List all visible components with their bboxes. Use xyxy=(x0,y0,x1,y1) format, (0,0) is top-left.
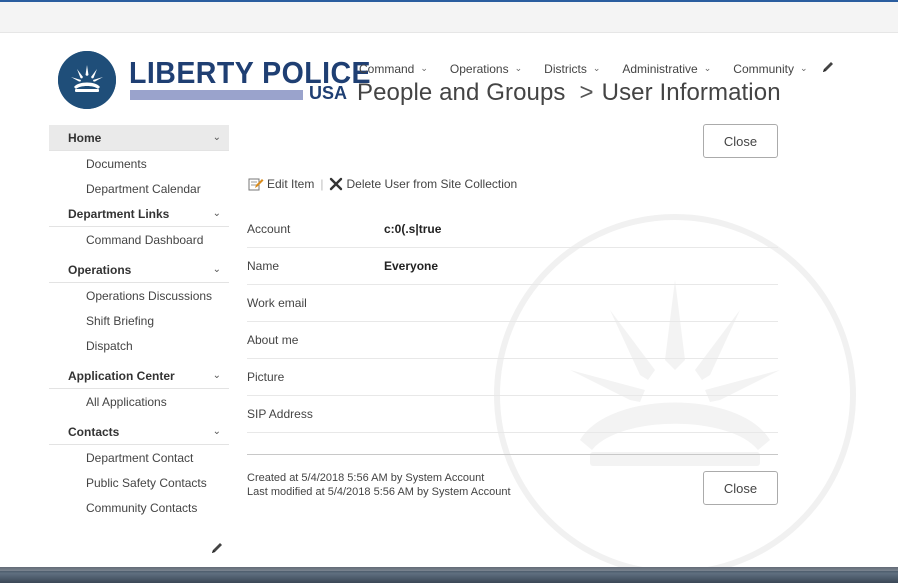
left-nav-heading-label: Home xyxy=(68,130,102,145)
page-title-text: User Information xyxy=(601,79,781,106)
top-navigation: Command ⌄ Operations ⌄ Districts ⌄ Admin… xyxy=(359,61,830,77)
item-audit-info: Created at 5/4/2018 5:56 AM by System Ac… xyxy=(247,471,511,499)
item-toolbar: Edit Item | Delete User from Site Collec… xyxy=(248,176,517,192)
left-nav-item-shift-briefing[interactable]: Shift Briefing xyxy=(49,308,229,333)
field-label: Picture xyxy=(247,370,285,384)
toolbar-separator: | xyxy=(320,177,324,191)
delete-user-label: Delete User from Site Collection xyxy=(346,177,518,191)
left-nav-heading-contacts[interactable]: Contacts ⌄ xyxy=(49,419,229,445)
form-row-picture: Picture xyxy=(247,359,778,396)
page-title: People and Groups > User Information xyxy=(357,79,781,107)
police-emblem-icon xyxy=(58,51,116,109)
edit-links-pencil-icon[interactable] xyxy=(821,60,835,76)
form-row-name: Name Everyone xyxy=(247,248,778,285)
top-nav-item-command[interactable]: Command ⌄ xyxy=(359,62,428,76)
chevron-down-icon: ⌄ xyxy=(703,62,712,73)
logo-bar xyxy=(130,90,303,100)
left-nav-heading-label: Operations xyxy=(68,262,132,277)
site-logo[interactable]: LIBERTY POLICE USA xyxy=(58,51,371,109)
chevron-down-icon: ⌄ xyxy=(514,62,523,73)
left-nav-item-all-applications[interactable]: All Applications xyxy=(49,389,229,414)
edit-left-nav-pencil-icon[interactable] xyxy=(210,541,224,555)
top-nav-item-operations[interactable]: Operations ⌄ xyxy=(450,62,522,76)
left-nav-item-community-contacts[interactable]: Community Contacts xyxy=(49,495,229,520)
left-nav-heading-label: Department Links xyxy=(68,206,170,221)
delete-user-button[interactable]: Delete User from Site Collection xyxy=(329,177,517,191)
form-row-account: Account c:0(.s|true xyxy=(247,211,778,248)
left-nav-item-department-contact[interactable]: Department Contact xyxy=(49,445,229,470)
user-info-form: Account c:0(.s|true Name Everyone Work e… xyxy=(247,211,778,433)
created-info: Created at 5/4/2018 5:56 AM by System Ac… xyxy=(247,472,485,484)
top-nav-item-administrative[interactable]: Administrative ⌄ xyxy=(622,62,711,76)
chevron-down-icon[interactable]: ⌄ xyxy=(213,426,221,437)
field-label: About me xyxy=(247,333,299,347)
field-label: Account xyxy=(247,222,291,236)
field-value: c:0(.s|true xyxy=(384,222,442,236)
edit-item-label: Edit Item xyxy=(267,177,315,191)
left-nav-heading-label: Application Center xyxy=(68,368,175,383)
left-nav-heading-application-center[interactable]: Application Center ⌄ xyxy=(49,363,229,389)
chevron-down-icon[interactable]: ⌄ xyxy=(213,264,221,275)
top-nav-item-districts[interactable]: Districts ⌄ xyxy=(544,62,600,76)
chevron-down-icon[interactable]: ⌄ xyxy=(213,208,221,219)
chevron-down-icon: ⌄ xyxy=(799,62,808,73)
chevron-down-icon: ⌄ xyxy=(420,62,428,73)
left-nav-item-operations-discussions[interactable]: Operations Discussions xyxy=(49,283,229,308)
top-nav-label: Community xyxy=(733,62,794,76)
top-nav-label: Command xyxy=(359,62,415,76)
chevron-down-icon: ⌄ xyxy=(592,62,601,73)
chevron-down-icon[interactable]: ⌄ xyxy=(213,370,221,381)
left-nav-item-command-dashboard[interactable]: Command Dashboard xyxy=(49,227,229,252)
modified-info: Last modified at 5/4/2018 5:56 AM by Sys… xyxy=(247,486,511,498)
chevron-down-icon[interactable]: ⌄ xyxy=(213,132,221,143)
top-nav-label: Districts xyxy=(544,62,587,76)
left-nav-item-public-safety-contacts[interactable]: Public Safety Contacts xyxy=(49,470,229,495)
left-nav-item-department-calendar[interactable]: Department Calendar xyxy=(49,176,229,201)
site-title-link[interactable]: People and Groups xyxy=(357,79,566,106)
suite-bar xyxy=(0,2,898,33)
left-nav-heading-home[interactable]: Home ⌄ xyxy=(49,125,229,151)
form-divider xyxy=(247,454,778,455)
field-label: Name xyxy=(247,259,280,273)
top-nav-item-community[interactable]: Community ⌄ xyxy=(733,62,807,76)
field-label: SIP Address xyxy=(247,407,313,421)
edit-item-button[interactable]: Edit Item xyxy=(248,177,314,191)
form-row-about-me: About me xyxy=(247,322,778,359)
close-button[interactable]: Close xyxy=(703,471,778,505)
field-value: Everyone xyxy=(384,259,439,273)
left-nav-heading-department-links[interactable]: Department Links ⌄ xyxy=(49,201,229,227)
left-nav-heading-label: Contacts xyxy=(68,424,120,439)
field-label: Work email xyxy=(247,296,307,310)
form-row-sip-address: SIP Address xyxy=(247,396,778,433)
edit-item-icon xyxy=(248,178,264,191)
close-button[interactable]: Close xyxy=(703,124,778,158)
left-navigation: Home ⌄ Documents Department Calendar Dep… xyxy=(49,125,229,520)
logo-subtitle: USA xyxy=(309,83,348,103)
form-row-work-email: Work email xyxy=(247,285,778,322)
left-nav-item-dispatch[interactable]: Dispatch xyxy=(49,333,229,358)
left-nav-heading-operations[interactable]: Operations ⌄ xyxy=(49,257,229,283)
top-nav-label: Operations xyxy=(449,62,509,76)
breadcrumb-separator: > xyxy=(579,79,594,106)
delete-x-icon xyxy=(330,177,343,191)
page-background-strip xyxy=(0,567,898,583)
top-nav-label: Administrative xyxy=(622,62,698,76)
left-nav-item-documents[interactable]: Documents xyxy=(49,151,229,176)
